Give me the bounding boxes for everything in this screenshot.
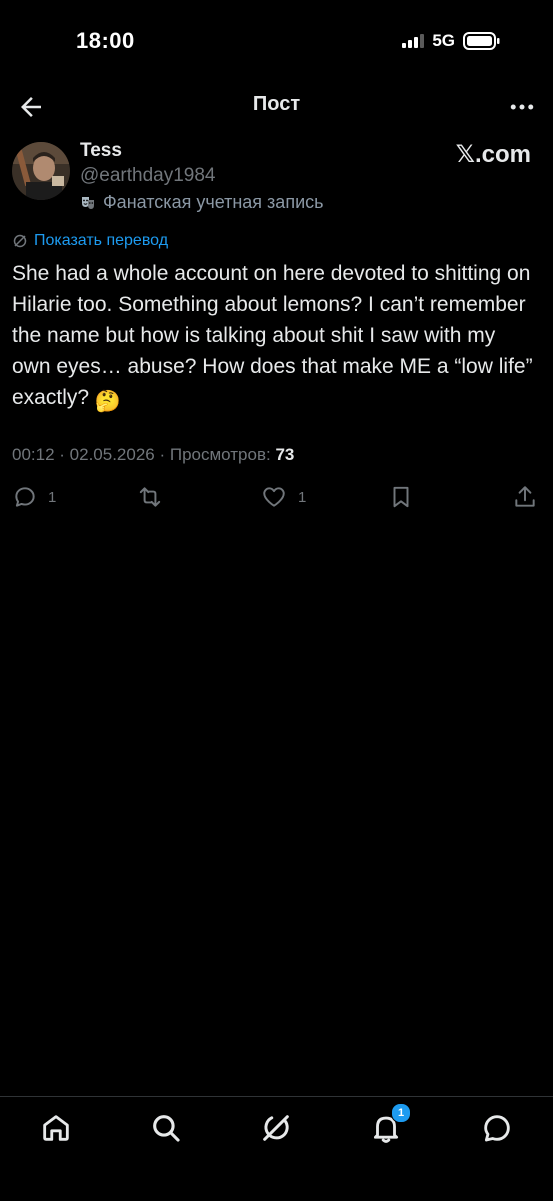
status-time: 18:00 — [76, 28, 135, 53]
watermark: 𝕏.com — [455, 141, 531, 168]
status-bar: 18:00 5G — [0, 0, 553, 80]
share-icon — [515, 486, 535, 507]
grok-icon — [263, 1115, 289, 1141]
fan-account-label-row: Фанатская учетная запись — [80, 192, 324, 213]
bottom-nav: 1 — [0, 1096, 553, 1201]
notifications-badge: 1 — [391, 1103, 411, 1123]
nav-home[interactable] — [39, 1111, 73, 1145]
battery-icon — [463, 32, 500, 50]
display-name[interactable]: Tess — [80, 140, 122, 162]
avatar-image — [12, 142, 70, 200]
page-title: Пост — [252, 93, 301, 115]
search-icon — [153, 1115, 180, 1142]
post-meta: 00:12 · 02.05.2026 · Просмотров: 73 — [12, 445, 294, 465]
messages-icon — [484, 1115, 510, 1142]
share-button[interactable] — [512, 484, 538, 510]
like-button[interactable]: 1 — [260, 484, 306, 510]
network-label: 5G — [432, 31, 455, 50]
show-translation-link[interactable]: Показать перевод — [12, 232, 168, 250]
repost-button[interactable] — [136, 484, 164, 510]
more-icon — [510, 104, 534, 110]
post-date: 02.05.2026 — [69, 445, 155, 464]
status-indicators: 5G — [402, 30, 501, 52]
translate-icon — [13, 234, 27, 248]
reply-button[interactable]: 1 — [12, 484, 56, 510]
like-count: 1 — [298, 488, 307, 506]
thinking-face-emoji: 🤔 — [94, 390, 122, 413]
post-author: Tess @earthday1984 Фанатская учетная зап… — [12, 140, 537, 220]
views-count: 73 — [275, 445, 295, 464]
home-icon — [43, 1115, 69, 1141]
post-body: She had a whole account on here devoted … — [12, 262, 539, 409]
nav-grok[interactable] — [259, 1111, 293, 1145]
translate-label: Показать перевод — [34, 232, 169, 249]
post-text: She had a whole account on here devoted … — [12, 258, 533, 417]
more-button[interactable] — [507, 92, 537, 122]
nav-notifications[interactable]: 1 — [369, 1103, 411, 1145]
views-label: Просмотров: — [169, 445, 271, 464]
post-time: 00:12 — [12, 445, 55, 464]
avatar[interactable] — [12, 142, 70, 200]
meta-separator: · — [154, 445, 170, 464]
top-bar: Пост — [0, 84, 553, 128]
fan-account-label: Фанатская учетная запись — [103, 192, 324, 212]
reply-count: 1 — [48, 488, 57, 506]
signal-icon — [402, 34, 425, 48]
bookmark-icon — [393, 486, 409, 508]
like-icon — [263, 487, 285, 507]
bookmark-button[interactable] — [388, 484, 414, 510]
theater-masks-icon — [82, 196, 94, 209]
meta-separator: · — [54, 445, 70, 464]
user-handle[interactable]: @earthday1984 — [80, 165, 216, 187]
reply-icon — [15, 487, 35, 507]
post-actions: 1 1 — [12, 484, 537, 514]
nav-messages[interactable] — [480, 1111, 514, 1145]
nav-search[interactable] — [149, 1111, 183, 1145]
repost-icon — [139, 487, 161, 507]
